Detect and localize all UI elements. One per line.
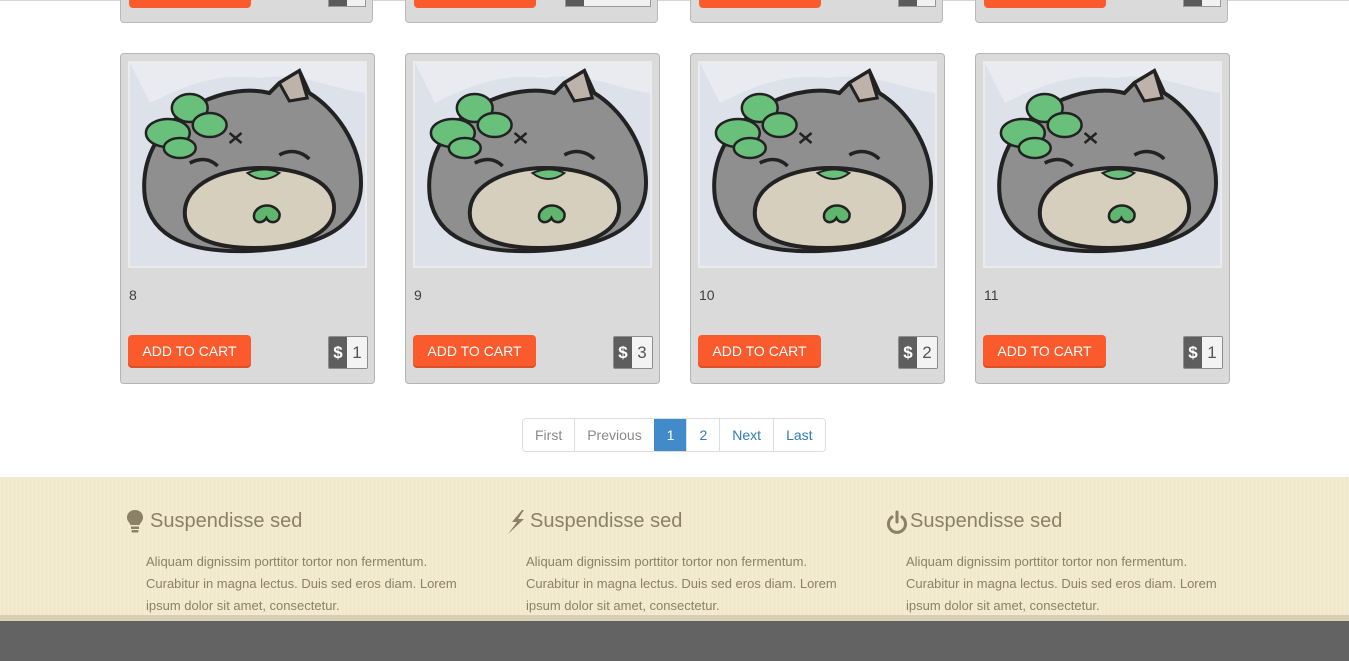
product-card: 8 ADD TO CART $ 1	[120, 53, 375, 384]
pagination: First Previous 1 2 Next Last	[522, 418, 826, 452]
product-image[interactable]	[128, 61, 367, 268]
price-badge-partial	[1183, 0, 1221, 7]
add-to-cart-button[interactable]: ADD TO CART	[698, 335, 821, 368]
add-to-cart-button-partial[interactable]	[984, 0, 1106, 8]
price-badge-partial	[328, 0, 366, 7]
price-badge: $ 1	[328, 336, 368, 369]
add-to-cart-button-partial[interactable]	[129, 0, 251, 8]
feature-title: Suspendisse sed	[530, 510, 683, 532]
currency-symbol: $	[329, 337, 347, 368]
product-image[interactable]	[983, 61, 1222, 268]
product-card: 9 ADD TO CART $ 3	[405, 53, 660, 384]
lightbulb-icon	[127, 510, 143, 533]
price-badge: $ 1	[1183, 336, 1223, 369]
add-to-cart-button[interactable]: ADD TO CART	[983, 335, 1106, 368]
price-badge: $ 3	[613, 336, 653, 369]
product-price-value: 3	[632, 337, 652, 368]
feature-title: Suspendisse sed	[150, 510, 303, 532]
feature-text: Aliquam dignissim porttitor tortor non f…	[146, 554, 457, 613]
currency-symbol: $	[899, 337, 917, 368]
add-to-cart-button-partial[interactable]	[414, 0, 536, 8]
price-badge: $ 2	[898, 336, 938, 369]
currency-symbol: $	[614, 337, 632, 368]
pagination-previous[interactable]: Previous	[574, 419, 654, 451]
footer	[0, 621, 1349, 661]
product-number: 8	[129, 287, 137, 303]
pagination-next[interactable]: Next	[719, 419, 774, 451]
pagination-2[interactable]: 2	[686, 419, 720, 451]
currency-symbol: $	[1184, 337, 1202, 368]
product-price-value: 1	[1202, 337, 1222, 368]
product-price-value: 1	[347, 337, 367, 368]
pagination-1[interactable]: 1	[653, 419, 687, 451]
pagination-first[interactable]: First	[523, 419, 575, 451]
product-card-partial	[405, 0, 658, 23]
product-image[interactable]	[698, 61, 937, 268]
product-card-partial	[690, 0, 943, 23]
add-to-cart-button[interactable]: ADD TO CART	[128, 335, 251, 368]
product-price-value: 2	[917, 337, 937, 368]
price-badge-partial	[565, 0, 651, 7]
product-image[interactable]	[413, 61, 652, 268]
pagination-last[interactable]: Last	[773, 419, 825, 451]
price-badge-partial	[898, 0, 936, 7]
product-number: 10	[699, 287, 715, 303]
feature-text: Aliquam dignissim porttitor tortor non f…	[526, 554, 837, 613]
product-number: 9	[414, 287, 422, 303]
product-number: 11	[984, 287, 999, 303]
feature-title: Suspendisse sed	[910, 510, 1063, 532]
bolt-icon	[508, 510, 524, 534]
add-to-cart-button[interactable]: ADD TO CART	[413, 335, 536, 368]
product-card: 10 ADD TO CART $ 2	[690, 53, 945, 384]
power-icon	[887, 510, 907, 534]
product-card-partial	[120, 0, 373, 23]
add-to-cart-button-partial[interactable]	[699, 0, 821, 8]
features-section: Suspendisse sed Aliquam dignissim portti…	[0, 477, 1349, 621]
feature-text: Aliquam dignissim porttitor tortor non f…	[906, 554, 1217, 613]
product-card: 11 ADD TO CART $ 1	[975, 53, 1230, 384]
product-card-partial	[975, 0, 1228, 23]
